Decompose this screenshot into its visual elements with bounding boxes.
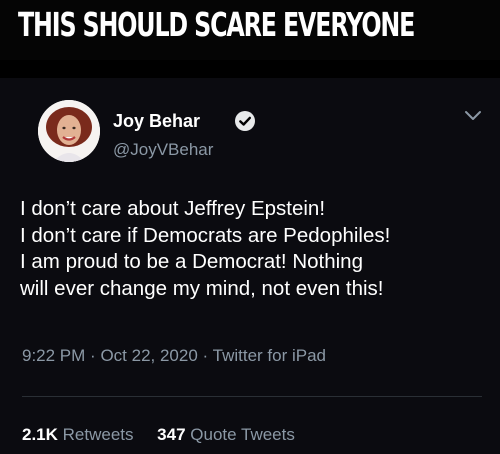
retweets-label: Retweets xyxy=(62,425,134,444)
tweet-metadata: 9:22 PM · Oct 22, 2020 · Twitter for iPa… xyxy=(22,346,326,366)
separator-dot: · xyxy=(90,346,96,365)
tweet-line: will ever change my mind, not even this! xyxy=(20,276,384,300)
engagement-stats: 2.1K Retweets 347 Quote Tweets xyxy=(22,425,295,445)
tweet-line: I don’t care about Jeffrey Epstein! xyxy=(20,197,326,220)
tweet-time[interactable]: 9:22 PM xyxy=(22,346,85,365)
tweet-date[interactable]: Oct 22, 2020 xyxy=(100,346,197,365)
chevron-down-icon[interactable] xyxy=(464,110,482,122)
retweets-link[interactable]: 2.1K Retweets xyxy=(22,425,134,444)
tweet-text: I don’t care about Jeffrey Epstein! I do… xyxy=(20,196,490,302)
retweets-count: 2.1K xyxy=(22,425,58,444)
caption-text: THIS SHOULD SCARE EVERYONE xyxy=(18,5,415,44)
separator-dot: · xyxy=(202,346,209,365)
avatar[interactable] xyxy=(38,100,100,162)
author-name[interactable]: Joy Behar xyxy=(113,111,200,132)
tweet-source[interactable]: Twitter for iPad xyxy=(213,346,326,365)
tweet-line: I am proud to be a Democrat! Nothing xyxy=(20,250,363,273)
author-handle[interactable]: @JoyVBehar xyxy=(113,140,213,160)
caption-banner: THIS SHOULD SCARE EVERYONE xyxy=(0,0,500,60)
quote-tweets-link[interactable]: 347 Quote Tweets xyxy=(157,425,295,444)
tweet-line: I don’t care if Democrats are Pedophiles… xyxy=(20,223,391,247)
divider xyxy=(22,396,482,397)
quote-tweets-count: 347 xyxy=(157,425,186,444)
quote-tweets-label: Quote Tweets xyxy=(190,425,295,444)
verified-badge-icon xyxy=(235,111,255,131)
